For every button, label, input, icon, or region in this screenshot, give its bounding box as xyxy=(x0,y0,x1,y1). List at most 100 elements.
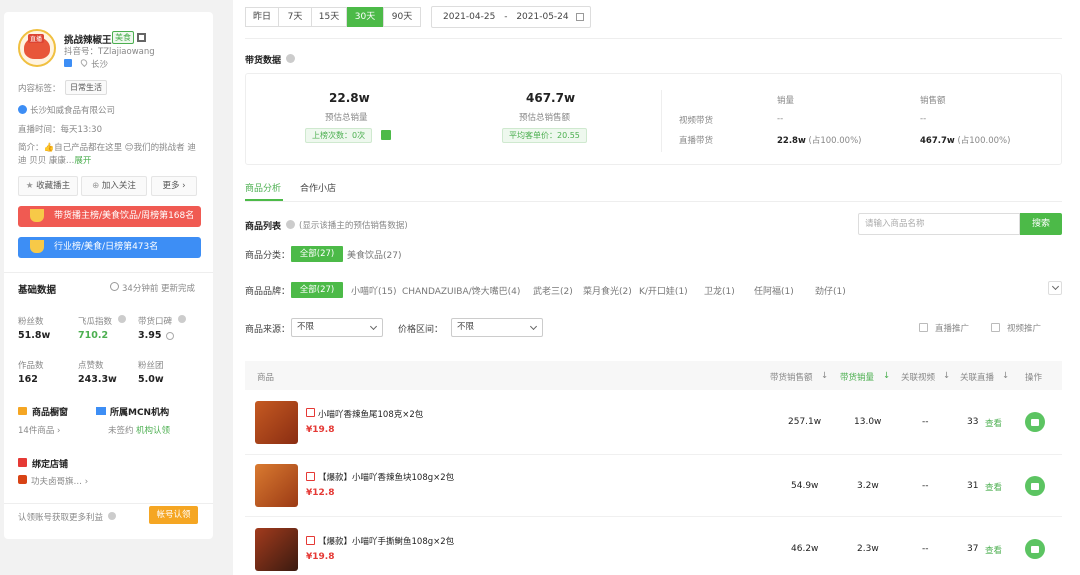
expand-brands-button[interactable] xyxy=(1048,281,1062,295)
live-time: 直播时间：每天13:30 xyxy=(18,125,102,135)
brand-label: 商品品牌： xyxy=(245,287,291,297)
taobao-icon xyxy=(306,408,315,417)
brand-item[interactable]: 劲仔(1) xyxy=(815,284,846,297)
product-title[interactable]: 小喵吖香辣鱼尾108克×2包 xyxy=(318,408,423,420)
add-attention-label: 加入关注 xyxy=(101,181,136,191)
help-icon[interactable] xyxy=(286,54,295,63)
date-separator: - xyxy=(504,12,508,22)
date-tab-yesterday[interactable]: 昨日 xyxy=(245,7,279,27)
qr-icon[interactable] xyxy=(137,33,146,42)
tab-product-analysis[interactable]: 商品分析 xyxy=(245,181,281,194)
view-live-link[interactable]: 查看 xyxy=(985,417,1002,429)
cell-videos: -- xyxy=(922,417,929,427)
star-icon: ★ xyxy=(25,181,34,191)
row-live-amount-pct: (占100.00%) xyxy=(957,136,1011,146)
shopping-cart-icon[interactable] xyxy=(1025,412,1045,432)
view-live-link[interactable]: 查看 xyxy=(985,544,1002,556)
price-select[interactable]: 不限 xyxy=(451,318,543,337)
help-icon[interactable] xyxy=(178,315,186,323)
ranking-badge-goods[interactable]: 带货播主榜/美食饮品/周榜第168名 xyxy=(18,206,201,227)
stat-value-likes: 243.3w xyxy=(78,374,117,385)
source-label: 商品来源： xyxy=(245,325,291,335)
divider xyxy=(4,272,213,273)
date-tab-90d[interactable]: 90天 xyxy=(383,7,421,27)
refresh-icon[interactable] xyxy=(110,282,119,291)
th-product: 商品 xyxy=(257,373,275,383)
th-sales[interactable]: 带货销量 xyxy=(840,371,874,383)
mcn-claim-link[interactable]: 机构认领 xyxy=(136,424,170,436)
shopping-cart-icon[interactable] xyxy=(1025,476,1045,496)
product-title[interactable]: 【爆款】小喵吖手撕鲥鱼108g×2包 xyxy=(318,535,454,547)
th-revenue[interactable]: 带货销售额 xyxy=(770,371,813,383)
help-icon[interactable] xyxy=(108,512,116,520)
total-sales-label: 预估总销量 xyxy=(325,113,368,123)
brand-item[interactable]: 卫龙(1) xyxy=(704,284,735,297)
ranking-badge-industry[interactable]: 行业榜/美食/日榜第473名 xyxy=(18,237,201,258)
expand-link[interactable]: 展开 xyxy=(74,156,91,166)
chart-icon[interactable] xyxy=(381,130,391,140)
view-live-link[interactable]: 查看 xyxy=(985,481,1002,493)
avg-price-tag: 平均客单价：20.55 xyxy=(502,128,587,143)
video-promo-checkbox[interactable] xyxy=(991,323,1000,332)
stat-value-fans: 51.8w xyxy=(18,330,51,341)
brand-item[interactable]: K/开口娃(1) xyxy=(639,284,688,297)
more-button[interactable]: 更多 › xyxy=(151,176,197,196)
live-promo-checkbox[interactable] xyxy=(919,323,928,332)
shop-window-icon xyxy=(18,407,27,415)
help-icon[interactable] xyxy=(118,315,126,323)
avatar[interactable]: 直播 xyxy=(18,29,56,67)
mcn-value: 未签约 xyxy=(108,426,134,436)
product-thumbnail[interactable] xyxy=(255,464,298,507)
price-value: 不限 xyxy=(457,322,475,332)
cell-revenue: 257.1w xyxy=(788,417,822,427)
live-promo-label: 直播推广 xyxy=(935,324,970,334)
product-search-input[interactable]: 请输入商品名称 xyxy=(858,213,1020,235)
table-row[interactable]: 【爆款】小喵吖手撕鲥鱼108g×2包 ¥19.8 46.2w 2.3w -- 3… xyxy=(245,520,1062,575)
brand-item[interactable]: 任阿福(1) xyxy=(754,284,794,297)
brand-item[interactable]: 菜月食光(2) xyxy=(583,284,632,297)
verified-company-icon xyxy=(18,105,27,114)
follow-streamer-button[interactable]: ★ 收藏播主 xyxy=(18,176,78,196)
source-select[interactable]: 不限 xyxy=(291,318,383,337)
search-button[interactable]: 搜索 xyxy=(1020,213,1062,235)
brand-item[interactable]: CHANDAZUIBA/馋大嘴巴(4) xyxy=(402,284,520,297)
row-label-live: 直播带货 xyxy=(679,136,714,146)
row-video-sales: -- xyxy=(777,114,784,124)
category-food[interactable]: 美食饮品(27) xyxy=(347,248,401,261)
brand-item[interactable]: 武老三(2) xyxy=(533,284,573,297)
sort-icon[interactable]: ↓ xyxy=(883,371,890,381)
brand-all[interactable]: 全部(27) xyxy=(291,282,343,298)
sort-icon[interactable]: ↓ xyxy=(821,371,828,381)
product-title[interactable]: 【爆款】小喵吖香辣鱼块108g×2包 xyxy=(318,471,454,483)
date-tab-30d[interactable]: 30天 xyxy=(347,7,383,27)
add-attention-button[interactable]: ⊕ 加入关注 xyxy=(81,176,147,196)
total-amount-value: 467.7w xyxy=(526,91,576,105)
date-range-picker[interactable]: 2021-04-25 - 2021-05-24 xyxy=(431,6,591,28)
help-icon[interactable] xyxy=(286,220,295,229)
tab-partner-shops[interactable]: 合作小店 xyxy=(300,181,336,194)
product-thumbnail[interactable] xyxy=(255,528,298,571)
shopping-cart-icon[interactable] xyxy=(1025,539,1045,559)
sort-icon[interactable]: ↓ xyxy=(1002,371,1009,381)
date-tab-7d[interactable]: 7天 xyxy=(278,7,312,27)
brand-item[interactable]: 小喵吖(15) xyxy=(351,284,396,297)
row-live-sales-pct: (占100.00%) xyxy=(808,136,862,146)
product-thumbnail[interactable] xyxy=(255,401,298,444)
cell-sales: 13.0w xyxy=(854,417,882,427)
streamer-profile-panel: 直播 挑战辣椒王 美食 抖音号：TZlajiaowang 长沙 内容标签： 日常… xyxy=(4,12,213,539)
cell-sales: 3.2w xyxy=(857,481,879,491)
row-video-amount: -- xyxy=(920,114,927,124)
table-row[interactable]: 【爆款】小喵吖香辣鱼块108g×2包 ¥12.8 54.9w 3.2w -- 3… xyxy=(245,457,1062,515)
info-icon[interactable] xyxy=(166,332,174,340)
th-videos[interactable]: 关联视频 xyxy=(901,371,935,383)
content-tag[interactable]: 日常生活 xyxy=(65,80,107,95)
table-row[interactable]: 小喵吖香辣鱼尾108克×2包 ¥19.8 257.1w 13.0w -- 33 … xyxy=(245,394,1062,452)
date-tab-15d[interactable]: 15天 xyxy=(311,7,347,27)
th-lives[interactable]: 关联直播 xyxy=(960,371,994,383)
sort-icon[interactable]: ↓ xyxy=(943,371,950,381)
store-value[interactable]: 功夫卤哥旗… › xyxy=(31,475,88,487)
category-all[interactable]: 全部(27) xyxy=(291,246,343,262)
video-promo-label: 视频推广 xyxy=(1007,324,1042,334)
shop-window-value[interactable]: 14件商品 › xyxy=(18,424,60,436)
claim-account-button[interactable]: 帐号认领 xyxy=(149,506,198,524)
